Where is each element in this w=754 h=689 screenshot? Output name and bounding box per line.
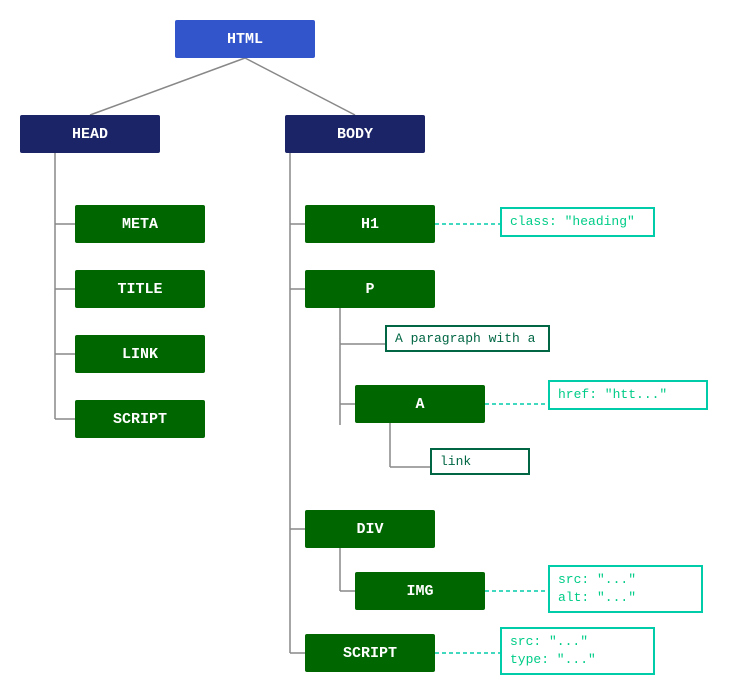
html-node: HTML — [175, 20, 315, 58]
a-attr-box: href: "htt..." — [548, 380, 708, 410]
body-node: BODY — [285, 115, 425, 153]
head-label: HEAD — [72, 126, 108, 143]
p-text-value: A paragraph with a — [395, 331, 535, 346]
div-label: DIV — [356, 521, 383, 538]
img-attr-box: src: "..." alt: "..." — [548, 565, 703, 613]
link-label: LINK — [122, 346, 158, 363]
body-label: BODY — [337, 126, 373, 143]
a-text-node: link — [430, 448, 530, 475]
p-label: P — [365, 281, 374, 298]
a-attr-text: href: "htt..." — [558, 387, 667, 402]
script-head-label: SCRIPT — [113, 411, 167, 428]
p-text-node: A paragraph with a — [385, 325, 550, 352]
script-body-attr-text: src: "..." type: "..." — [510, 634, 596, 667]
script-head-node: SCRIPT — [75, 400, 205, 438]
h1-attr-box: class: "heading" — [500, 207, 655, 237]
h1-node: H1 — [305, 205, 435, 243]
img-node: IMG — [355, 572, 485, 610]
script-body-node: SCRIPT — [305, 634, 435, 672]
p-node: P — [305, 270, 435, 308]
a-text-value: link — [440, 454, 471, 469]
html-label: HTML — [227, 31, 263, 48]
meta-node: META — [75, 205, 205, 243]
title-node: TITLE — [75, 270, 205, 308]
head-node: HEAD — [20, 115, 160, 153]
div-node: DIV — [305, 510, 435, 548]
a-node: A — [355, 385, 485, 423]
h1-label: H1 — [361, 216, 379, 233]
title-label: TITLE — [117, 281, 162, 298]
img-label: IMG — [406, 583, 433, 600]
script-body-label: SCRIPT — [343, 645, 397, 662]
link-node: LINK — [75, 335, 205, 373]
meta-label: META — [122, 216, 158, 233]
diagram: HTML HEAD BODY META TITLE LINK SCRIPT H1… — [0, 0, 754, 689]
a-label: A — [415, 396, 424, 413]
img-attr-text: src: "..." alt: "..." — [558, 572, 636, 605]
script-body-attr-box: src: "..." type: "..." — [500, 627, 655, 675]
h1-attr-text: class: "heading" — [510, 214, 635, 229]
